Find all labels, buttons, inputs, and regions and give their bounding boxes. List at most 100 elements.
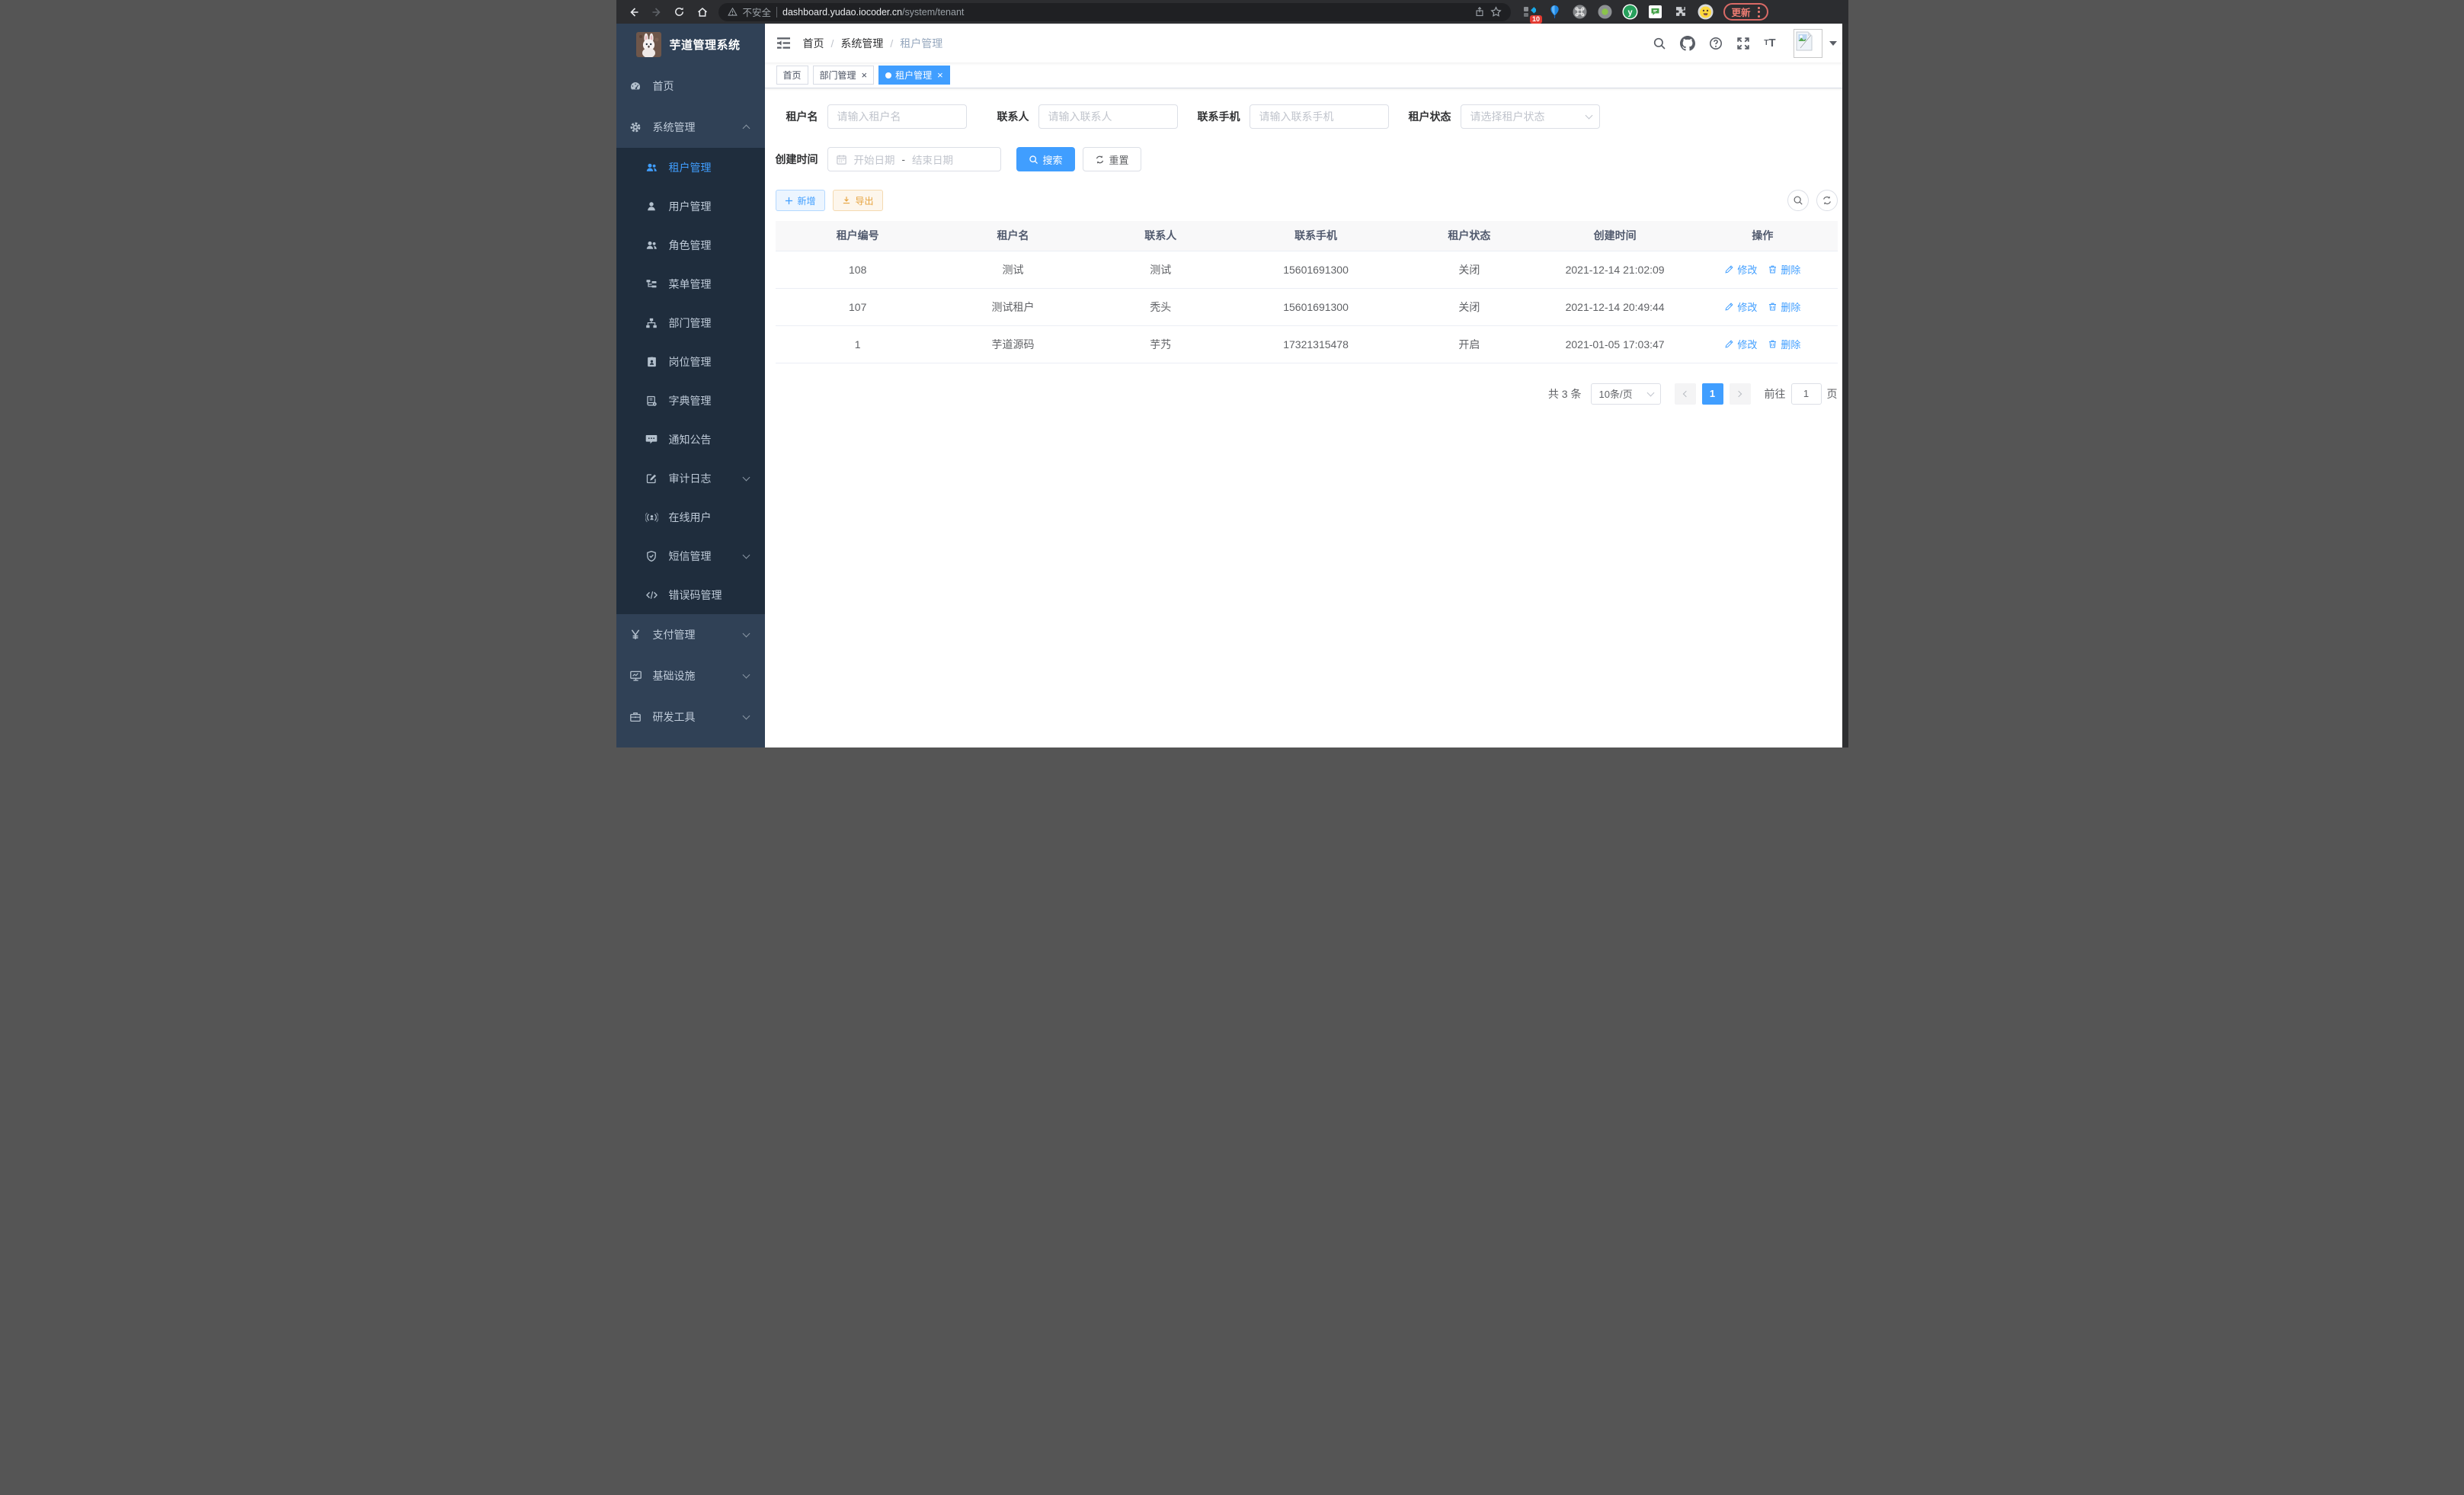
tree-icon <box>645 278 658 290</box>
emoji-avatar-icon[interactable] <box>1698 4 1714 21</box>
fontsize-icon[interactable]: TT <box>1757 37 1782 50</box>
sidebar-item-home[interactable]: 首页 <box>616 66 765 107</box>
balloon-icon[interactable] <box>1547 4 1563 21</box>
sidebar-item-infra[interactable]: 基础设施 <box>616 655 765 696</box>
puzzle-icon[interactable] <box>1672 4 1689 21</box>
row-delete-button[interactable]: 删除 <box>1768 299 1800 314</box>
breadcrumb-current: 租户管理 <box>900 36 942 51</box>
filter-row-1: 租户名 联系人 联系手机 租户状态 请选择租户状态 <box>776 104 1838 129</box>
toggle-search-button[interactable] <box>1787 190 1809 211</box>
reset-button[interactable]: 重置 <box>1083 147 1141 171</box>
row-edit-button[interactable]: 修改 <box>1724 337 1757 351</box>
trash-icon <box>1768 339 1778 349</box>
sidebar-item-audit[interactable]: 审计日志 <box>616 459 765 498</box>
prev-page-button[interactable] <box>1675 383 1696 405</box>
sidebar-item-post[interactable]: 岗位管理 <box>616 342 765 381</box>
row-delete-button[interactable]: 删除 <box>1768 337 1800 351</box>
sidebar: 芋道管理系统 首页系统管理租户管理用户管理角色管理菜单管理部门管理岗位管理字典管… <box>616 24 765 748</box>
search-button[interactable]: 搜索 <box>1016 147 1075 171</box>
home-icon[interactable] <box>691 2 714 22</box>
sidebar-item-online[interactable]: 在线用户 <box>616 498 765 536</box>
close-icon[interactable]: × <box>937 70 943 80</box>
mobile-input[interactable] <box>1250 104 1389 129</box>
sidebar-item-dict[interactable]: 字典管理 <box>616 381 765 420</box>
col-created: 创建时间 <box>1542 221 1688 251</box>
update-button[interactable]: 更新 <box>1723 3 1768 21</box>
sidebar-item-pay[interactable]: 支付管理 <box>616 614 765 655</box>
svg-text:y: y <box>1627 8 1633 18</box>
breadcrumb-system[interactable]: 系统管理 <box>840 36 883 51</box>
close-icon[interactable]: × <box>862 70 868 80</box>
sidebar-item-label: 角色管理 <box>669 238 712 253</box>
cell-actions: 修改删除 <box>1688 251 1837 288</box>
cell-mobile: 17321315478 <box>1235 325 1396 363</box>
security-label[interactable]: 不安全 <box>743 5 772 19</box>
chat-icon[interactable] <box>1647 4 1664 21</box>
sidebar-item-system[interactable]: 系统管理 <box>616 107 765 148</box>
dashboard-icon <box>629 80 642 92</box>
end-date-placeholder: 结束日期 <box>912 152 953 167</box>
col-contact: 联系人 <box>1086 221 1235 251</box>
extension-grid-icon[interactable]: 10 <box>1522 4 1538 21</box>
page-number-1[interactable]: 1 <box>1702 383 1723 405</box>
record-icon[interactable] <box>1597 4 1614 21</box>
download-icon <box>842 196 851 205</box>
tab-部门管理[interactable]: 部门管理 × <box>813 66 875 85</box>
url-bar[interactable]: 不安全 dashboard.yudao.iocoder.cn/system/te… <box>718 3 1511 21</box>
avatar[interactable] <box>1794 29 1822 58</box>
tab-首页[interactable]: 首页 <box>776 66 808 85</box>
back-icon[interactable] <box>622 2 645 22</box>
breadcrumb-home[interactable]: 首页 <box>803 36 824 51</box>
browser-menu-icon[interactable] <box>1758 7 1760 18</box>
contact-label: 联系人 <box>987 109 1038 124</box>
create-time-label: 创建时间 <box>776 152 827 167</box>
sidebar-item-user[interactable]: 用户管理 <box>616 187 765 226</box>
goto-page-input[interactable] <box>1791 383 1822 405</box>
refresh-icon <box>1822 195 1832 206</box>
sidebar-item-dept[interactable]: 部门管理 <box>616 303 765 342</box>
row-delete-button[interactable]: 删除 <box>1768 262 1800 277</box>
share-icon[interactable] <box>1474 6 1485 18</box>
table-row: 1芋道源码芋艿17321315478开启2021-01-05 17:03:47修… <box>776 325 1838 363</box>
sidebar-item-sms[interactable]: 短信管理 <box>616 536 765 575</box>
create-time-range-picker[interactable]: 开始日期 - 结束日期 <box>827 147 1001 171</box>
forward-icon[interactable] <box>645 2 668 22</box>
page-size-select[interactable]: 10条/页 <box>1591 383 1661 405</box>
export-button-label: 导出 <box>856 194 874 207</box>
command-icon[interactable] <box>1572 4 1589 21</box>
sidebar-item-tool[interactable]: 研发工具 <box>616 696 765 738</box>
row-edit-button[interactable]: 修改 <box>1724 262 1757 277</box>
tab-租户管理[interactable]: 租户管理× <box>878 66 950 85</box>
github-icon[interactable] <box>1673 36 1702 51</box>
sidebar-logo[interactable]: 芋道管理系统 <box>616 24 765 66</box>
sidebar-item-notice[interactable]: 通知公告 <box>616 420 765 459</box>
row-edit-button[interactable]: 修改 <box>1724 299 1757 314</box>
sidebar-item-label: 系统管理 <box>653 120 696 135</box>
reload-icon[interactable] <box>668 2 691 22</box>
sidebar-item-tenant[interactable]: 租户管理 <box>616 148 765 187</box>
fullscreen-icon[interactable] <box>1730 37 1757 50</box>
avatar-caret-icon[interactable] <box>1829 41 1837 46</box>
refresh-table-button[interactable] <box>1816 190 1838 211</box>
next-page-button[interactable] <box>1730 383 1751 405</box>
tag-label: 部门管理 <box>820 69 856 82</box>
tenant-status-select[interactable]: 请选择租户状态 <box>1461 104 1600 129</box>
hamburger-icon[interactable] <box>776 37 791 50</box>
tenant-name-input[interactable] <box>827 104 967 129</box>
edit-label: 修改 <box>1737 299 1757 314</box>
add-button[interactable]: 新增 <box>776 190 825 211</box>
sidebar-item-menu[interactable]: 菜单管理 <box>616 264 765 303</box>
sidebar-item-role[interactable]: 角色管理 <box>616 226 765 264</box>
y-circle-icon[interactable]: y <box>1622 4 1639 21</box>
cell-id: 1 <box>776 325 940 363</box>
help-icon[interactable] <box>1702 37 1730 50</box>
logo-rabbit-image <box>636 32 661 57</box>
status-label: 租户状态 <box>1409 109 1461 124</box>
contact-input[interactable] <box>1038 104 1178 129</box>
pencil-icon <box>1724 302 1734 312</box>
sidebar-item-errcode[interactable]: 错误码管理 <box>616 575 765 614</box>
header-search-icon[interactable] <box>1646 37 1673 50</box>
cell-contact: 测试 <box>1086 251 1235 288</box>
export-button[interactable]: 导出 <box>833 190 883 211</box>
bookmark-star-icon[interactable] <box>1490 6 1502 18</box>
